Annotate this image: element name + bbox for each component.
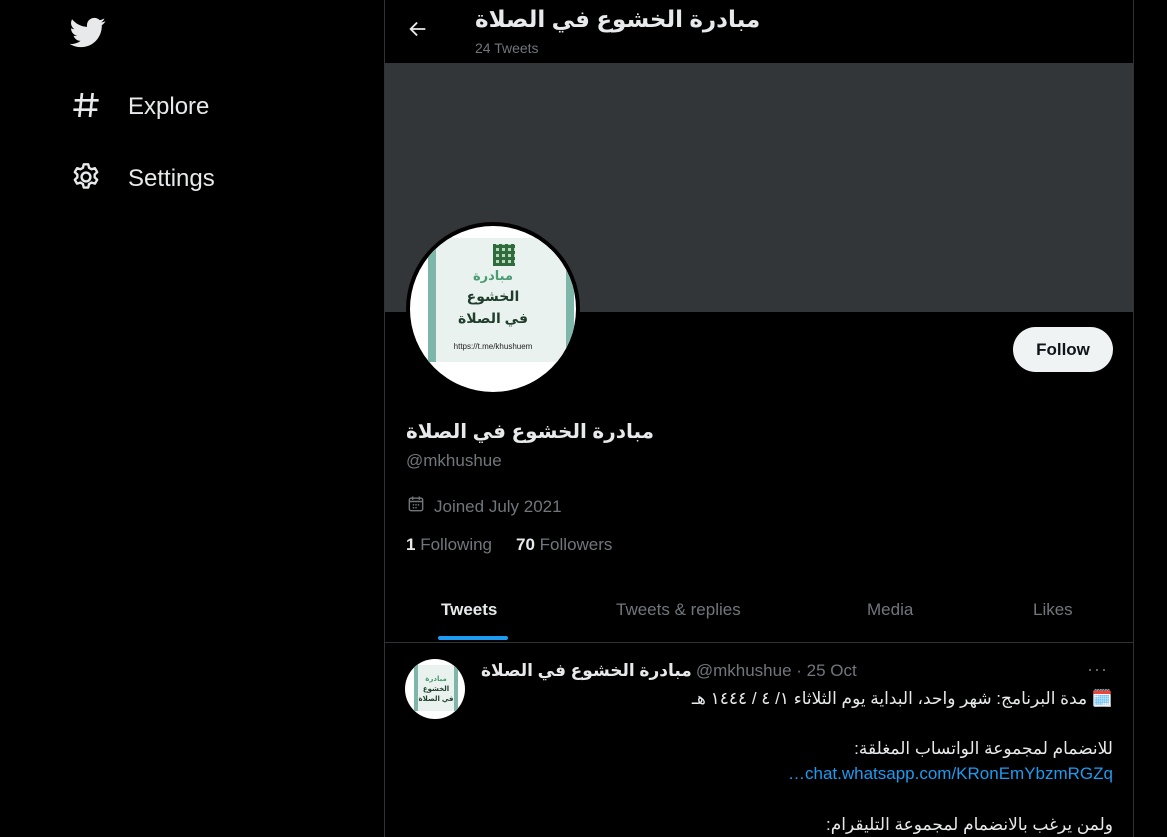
joined-date: Joined July 2021 <box>406 494 562 519</box>
gear-icon <box>70 161 102 198</box>
following-link[interactable]: 1 Following <box>406 535 492 555</box>
twitter-logo-icon[interactable] <box>69 14 106 50</box>
profile-tabs: Tweets Tweets & replies Media Likes <box>385 578 1133 643</box>
active-tab-indicator <box>438 636 508 640</box>
tweet-text-line: للانضمام لمجموعة الواتساب المغلقة: <box>854 739 1113 758</box>
avatar-url: https://t.me/khushuem <box>453 342 533 351</box>
tab-tweets[interactable]: Tweets <box>441 578 497 642</box>
avatar-text-line: الخشوع <box>422 686 450 693</box>
calendar-icon <box>406 494 434 519</box>
hashtag-icon <box>70 89 102 126</box>
sidebar-item-settings[interactable]: Settings <box>70 157 215 201</box>
joined-label: Joined July 2021 <box>434 496 562 516</box>
profile-handle: @mkhushue <box>406 451 502 470</box>
tweet-text-line: ولمن يرغب بالانضمام لمجموعة التليقرام: <box>826 815 1113 834</box>
tweet-text-line: 🗓️ مدة البرنامج: شهر واحد، البداية يوم ا… <box>691 689 1113 708</box>
sidebar-item-explore[interactable]: Explore <box>70 85 209 129</box>
followers-link[interactable]: 70 Followers <box>516 535 612 555</box>
avatar-logo: مبادرة الخشوع في الصلاة <box>414 665 458 711</box>
more-icon[interactable]: ··· <box>1087 659 1108 680</box>
avatar[interactable]: مبادرة الخشوع في الصلاة https://t.me/khu… <box>406 222 580 396</box>
sidebar: Explore Settings <box>0 0 384 837</box>
tweet[interactable]: مبادرة الخشوع في الصلاة مبادرة الخشوع في… <box>385 643 1133 837</box>
sidebar-item-label: Explore <box>128 93 210 120</box>
sidebar-item-label: Settings <box>128 165 215 192</box>
avatar-logo: مبادرة الخشوع في الصلاة https://t.me/khu… <box>428 238 574 362</box>
avatar-image: مبادرة الخشوع في الصلاة https://t.me/khu… <box>410 226 576 392</box>
tab-media[interactable]: Media <box>867 578 913 642</box>
tweet-avatar[interactable]: مبادرة الخشوع في الصلاة <box>405 659 465 719</box>
back-button[interactable] <box>403 16 433 46</box>
following-count: 1 <box>406 535 416 554</box>
avatar-text-line: في الصلاة <box>418 696 454 703</box>
tab-tweets-replies[interactable]: Tweets & replies <box>616 578 741 642</box>
qr-code-icon <box>493 244 515 266</box>
back-arrow-icon <box>407 18 429 45</box>
tweet-link-line: chat.whatsapp.com/KRonEmYbzmRGZq… <box>473 764 1113 784</box>
avatar-text-line: الخشوع <box>466 288 520 304</box>
follow-stats: 1 Following 70 Followers <box>406 535 636 555</box>
profile-name: مبادرة الخشوع في الصلاة <box>406 421 655 443</box>
followers-label: Followers <box>539 535 613 554</box>
follow-button[interactable]: Follow <box>1013 327 1113 372</box>
tweet-link[interactable]: chat.whatsapp.com/KRonEmYbzmRGZq… <box>788 764 1113 783</box>
tab-likes[interactable]: Likes <box>1033 578 1073 642</box>
profile-column: مبادرة الخشوع في الصلاة 24 Tweets مبادرة… <box>384 0 1134 837</box>
following-label: Following <box>420 535 493 554</box>
page-title: مبادرة الخشوع في الصلاة <box>475 6 761 32</box>
tweet-author-name[interactable]: مبادرة الخشوع في الصلاة <box>481 661 692 681</box>
tweet-count: 24 Tweets <box>475 40 539 56</box>
avatar-text-line: في الصلاة <box>458 310 528 326</box>
tweet-meta: @mkhushue · 25 Oct <box>695 661 857 680</box>
avatar-text-line: مبادرة <box>425 676 447 683</box>
tweet-header: مبادرة الخشوع في الصلاة @mkhushue · 25 O… <box>481 661 857 681</box>
followers-count: 70 <box>516 535 535 554</box>
avatar-text-line: مبادرة <box>472 268 514 283</box>
profile-header: مبادرة الخشوع في الصلاة 24 Tweets <box>385 0 1133 63</box>
